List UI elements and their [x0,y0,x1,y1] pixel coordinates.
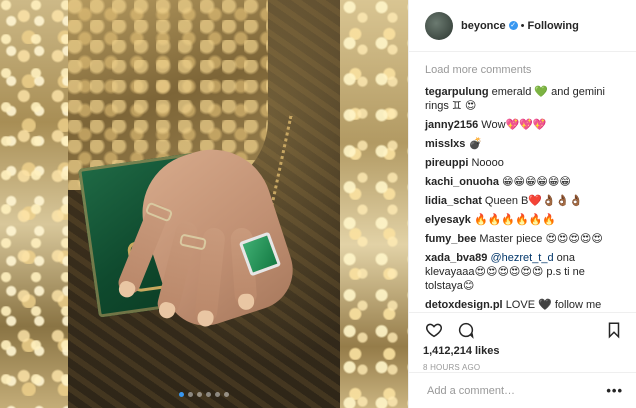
comment-icon[interactable] [455,319,477,341]
following-button[interactable]: Following [528,20,579,32]
comment-text: LOVE 🖤 follow me [505,299,602,310]
comment-item: pireuppi Noooo [425,156,623,170]
instagram-post: beyonce ✓ • Following Load more comments… [0,0,636,408]
bookmark-icon[interactable] [603,319,625,341]
action-icons [423,317,625,343]
header-separator: • [520,19,525,32]
comment-item: tegarpulung emerald 💚 and gemini rings ♊… [425,85,623,113]
comments-list: Load more comments tegarpulung emerald 💚… [409,52,636,310]
comment-username[interactable]: detoxdesign.pl [425,299,503,310]
avatar[interactable] [425,11,453,40]
post-sidebar: beyonce ✓ • Following Load more comments… [408,0,636,408]
likes-label: likes [475,345,500,357]
comment-item: lidia_schat Queen B❤️👌🏾👌🏾👌🏾 [425,194,623,208]
sequin-background-right [340,0,408,408]
comment-container: tegarpulung emerald 💚 and gemini rings ♊… [425,85,623,310]
comment-username[interactable]: kachi_onuoha [425,176,499,188]
comment-username[interactable]: janny2156 [425,119,478,131]
comment-item: detoxdesign.pl LOVE 🖤 follow me [425,298,623,310]
load-more-comments-link[interactable]: Load more comments [425,64,623,76]
comment-text: 😁😁😁😁😁😁 [502,176,571,188]
comment-username[interactable]: pireuppi [425,157,468,169]
carousel-dot[interactable] [197,392,202,397]
carousel-dot[interactable] [179,392,184,397]
comment-item: elyesayk 🔥🔥🔥🔥🔥🔥 [425,213,623,227]
likes-number: 1,412,214 [423,345,472,357]
likes-count[interactable]: 1,412,214 likes [423,345,625,357]
comment-username[interactable]: lidia_schat [425,195,482,207]
carousel-dot[interactable] [188,392,193,397]
comment-username[interactable]: elyesayk [425,214,471,226]
comment-text: Master piece 😍😍😍😍😍 [479,233,603,245]
comment-item: kachi_onuoha 😁😁😁😁😁😁 [425,175,623,189]
verified-badge-icon: ✓ [508,21,518,30]
post-photo[interactable] [0,0,408,408]
comment-item: xada_bva89 @hezret_t_d ona klevayaaa😍😍😍😍… [425,251,623,293]
username[interactable]: beyonce [461,20,506,32]
comment-text: Queen B❤️👌🏾👌🏾👌🏾 [484,195,584,207]
comment-text: 💣 [468,138,483,150]
add-comment-bar: ••• [409,372,636,408]
comment-username[interactable]: misslxs [425,138,465,150]
comment-username[interactable]: fumy_bee [425,233,476,245]
post-actions: 1,412,214 likes 8 HOURS AGO [409,312,636,372]
carousel-indicator [0,392,408,397]
comment-input[interactable] [425,383,607,398]
sequin-background-left [0,0,68,408]
comment-text: Noooo [471,157,504,169]
post-header: beyonce ✓ • Following [409,0,636,52]
comment-item: misslxs 💣 [425,137,623,151]
comment-mention[interactable]: @hezret_t_d [490,252,553,264]
carousel-dot[interactable] [224,392,229,397]
post-timestamp: 8 HOURS AGO [423,363,481,372]
comment-text: Wow💖💖💖 [481,119,547,131]
more-options-icon[interactable]: ••• [606,383,623,398]
comment-text: 🔥🔥🔥🔥🔥🔥 [473,214,557,226]
comment-item: janny2156 Wow💖💖💖 [425,118,623,132]
carousel-dot[interactable] [215,392,220,397]
carousel-dot[interactable] [206,392,211,397]
comment-item: fumy_bee Master piece 😍😍😍😍😍 [425,232,623,246]
heart-icon[interactable] [423,319,445,341]
comment-username[interactable]: xada_bva89 [425,252,487,264]
comment-username[interactable]: tegarpulung [425,86,489,98]
